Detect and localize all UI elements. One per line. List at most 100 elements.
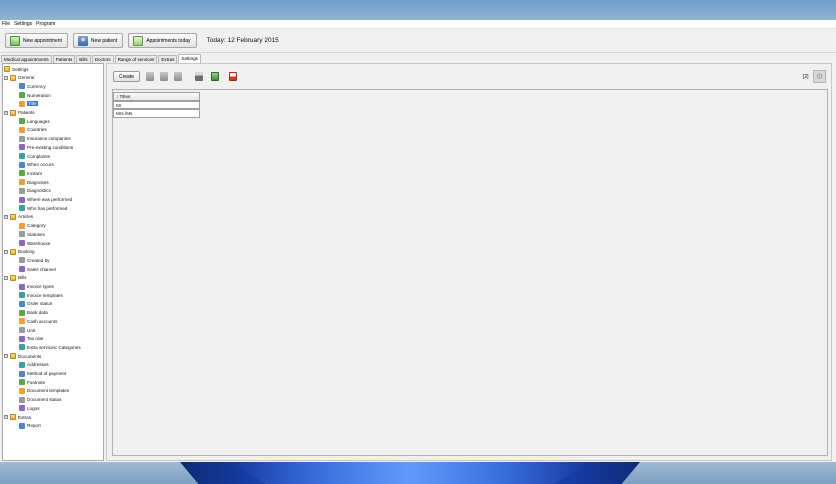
tree-item-pre-existing-conditions[interactable]: Pre-existing conditions bbox=[19, 143, 73, 151]
tree-item-order-status[interactable]: Order status bbox=[19, 300, 52, 308]
tree-item-complaints[interactable]: Complaints bbox=[19, 152, 50, 160]
settings-item-icon bbox=[19, 283, 25, 290]
tree-item-category[interactable]: Category bbox=[19, 222, 46, 230]
tree-item-invoice-types[interactable]: Invoice types bbox=[19, 283, 54, 291]
collapse-icon[interactable]: − bbox=[4, 75, 8, 80]
collapse-icon[interactable]: − bbox=[4, 415, 8, 419]
tree-group-articles[interactable]: − Articles bbox=[4, 213, 33, 221]
tree-item-method-of-payment[interactable]: Method of payment bbox=[19, 370, 66, 378]
tree-item-when-occurs[interactable]: When occurs bbox=[19, 161, 54, 169]
tree-item-cash-accounts[interactable]: Cash accounts bbox=[19, 317, 57, 325]
tab-doctors[interactable]: Doctors bbox=[91, 55, 114, 63]
tree-item-bank-data[interactable]: Bank data bbox=[19, 309, 48, 317]
tree-item-diagnostics[interactable]: Diagnostics bbox=[19, 187, 51, 195]
tree-group-bills[interactable]: − Bills bbox=[4, 274, 26, 282]
tree-item-created-by[interactable]: Created by bbox=[19, 256, 49, 264]
excel-icon bbox=[211, 72, 219, 81]
tree-label: Extra services: Categories bbox=[27, 344, 81, 350]
settings-item-icon bbox=[19, 361, 25, 368]
desktop-background-bottom bbox=[0, 462, 836, 484]
delete-button[interactable] bbox=[172, 71, 184, 82]
tree-item-unit[interactable]: Unit bbox=[19, 326, 35, 334]
print-button[interactable] bbox=[193, 71, 205, 82]
settings-item-icon bbox=[19, 196, 25, 203]
tree-label: Complaints bbox=[27, 153, 50, 159]
tree-item-addresses[interactable]: Addresses bbox=[19, 361, 49, 369]
tree-item-currency[interactable]: Currency bbox=[19, 82, 46, 90]
tree-item-insurance-companies[interactable]: Insurance companies bbox=[19, 135, 71, 143]
tree-item-tax-rate[interactable]: Tax rate bbox=[19, 335, 43, 343]
folder-icon bbox=[10, 213, 16, 220]
tree-item-warehouse[interactable]: Warehouse bbox=[19, 239, 50, 247]
column-settings-button[interactable]: ⚙ bbox=[813, 70, 826, 83]
tree-item-document-templates[interactable]: Document templates bbox=[19, 387, 69, 395]
tree-item-countries[interactable]: Countries bbox=[19, 126, 47, 134]
tree-group-booking[interactable]: − Booking bbox=[4, 248, 35, 256]
tree-item-title[interactable]: Title bbox=[19, 100, 38, 108]
collapse-icon[interactable]: − bbox=[4, 354, 8, 359]
tab-range-of-services[interactable]: Range of services bbox=[114, 55, 158, 63]
settings-item-icon bbox=[19, 300, 25, 307]
tab-bills[interactable]: Bills bbox=[76, 55, 91, 63]
tree-item-languages[interactable]: Languages bbox=[19, 117, 50, 125]
create-button[interactable]: Create bbox=[113, 71, 140, 82]
tree-item-logos[interactable]: Logos bbox=[19, 404, 40, 412]
export-excel-button[interactable] bbox=[209, 71, 221, 82]
tree-item-statuses[interactable]: Statuses bbox=[19, 230, 45, 238]
menu-file[interactable]: File bbox=[2, 21, 10, 27]
tree-item-document-status[interactable]: Document status bbox=[19, 396, 61, 404]
tree-label: Insurance companies bbox=[27, 136, 71, 142]
table-row[interactable]: Mr bbox=[113, 100, 200, 109]
new-appointment-button[interactable]: New appointment bbox=[5, 33, 68, 48]
tree-group-general[interactable]: − General bbox=[4, 74, 34, 82]
settings-item-icon bbox=[19, 292, 25, 299]
tab-patients[interactable]: Patients bbox=[52, 55, 76, 63]
edit-icon bbox=[146, 72, 154, 81]
export-pdf-button[interactable] bbox=[227, 71, 239, 82]
tree-label: Pre-existing conditions bbox=[27, 144, 74, 150]
tree-label: Invoice types bbox=[27, 284, 54, 289]
collapse-icon[interactable]: − bbox=[4, 249, 8, 254]
settings-item-icon bbox=[19, 370, 25, 377]
collapse-icon[interactable]: − bbox=[4, 110, 8, 115]
tree-item-footnote[interactable]: Footnote bbox=[19, 378, 45, 386]
collapse-icon[interactable]: − bbox=[4, 214, 8, 219]
tree-item-report[interactable]: Report bbox=[19, 422, 41, 430]
tree-label: Numeration bbox=[27, 92, 51, 98]
settings-item-icon bbox=[19, 135, 25, 142]
new-patient-button[interactable]: New patient bbox=[72, 33, 124, 48]
tab-settings[interactable]: Settings bbox=[178, 54, 201, 63]
tree-label: Title bbox=[27, 101, 38, 107]
titles-column-header[interactable]: ↑ Titles bbox=[113, 92, 200, 101]
tab-medical-appointments[interactable]: Medical appointments bbox=[1, 55, 52, 63]
tree-item-numeration[interactable]: Numeration bbox=[19, 91, 51, 99]
settings-item-icon bbox=[19, 405, 25, 412]
tree-label: Method of payment bbox=[27, 371, 67, 376]
tree-item-who-has-performed[interactable]: Who has performed bbox=[19, 204, 67, 212]
tree-item-invoice-templates[interactable]: Invoice templates bbox=[19, 291, 63, 299]
table-row[interactable]: Mrs./Ms bbox=[113, 109, 200, 118]
settings-tree: Settings − General Currency Numeration Title −… bbox=[2, 63, 104, 461]
tree-label: Category bbox=[27, 223, 46, 229]
printer-icon bbox=[195, 72, 203, 81]
tree-group-documents[interactable]: − Documents bbox=[4, 352, 41, 360]
edit-button[interactable] bbox=[144, 71, 156, 82]
tree-item-where-was-performed[interactable]: Where was performed bbox=[19, 196, 72, 204]
tree-item-extra-services-categories[interactable]: Extra services: Categories bbox=[19, 343, 81, 351]
menu-settings[interactable]: Settings bbox=[14, 21, 32, 27]
tree-item-sales-channel[interactable]: Sales channel bbox=[19, 265, 56, 273]
tab-extras[interactable]: Extras bbox=[158, 55, 178, 63]
tree-label: Diagnoses bbox=[27, 179, 49, 185]
appointments-today-button[interactable]: Appointments today bbox=[128, 33, 197, 48]
tree-group-patients[interactable]: − Patients bbox=[4, 109, 35, 117]
tree-label: Countries bbox=[27, 127, 47, 133]
copy-button[interactable] bbox=[158, 71, 170, 82]
tree-item-diagnoses[interactable]: Diagnoses bbox=[19, 178, 49, 186]
tree-item-incitant[interactable]: Incitant bbox=[19, 169, 42, 177]
collapse-icon[interactable]: − bbox=[4, 275, 8, 280]
settings-item-icon bbox=[19, 309, 25, 316]
menu-program[interactable]: Program bbox=[36, 21, 55, 27]
tree-group-extras[interactable]: − Extras bbox=[4, 413, 31, 421]
tree-group-settings[interactable]: Settings bbox=[4, 65, 29, 73]
new-appointment-label: New appointment bbox=[23, 37, 62, 44]
